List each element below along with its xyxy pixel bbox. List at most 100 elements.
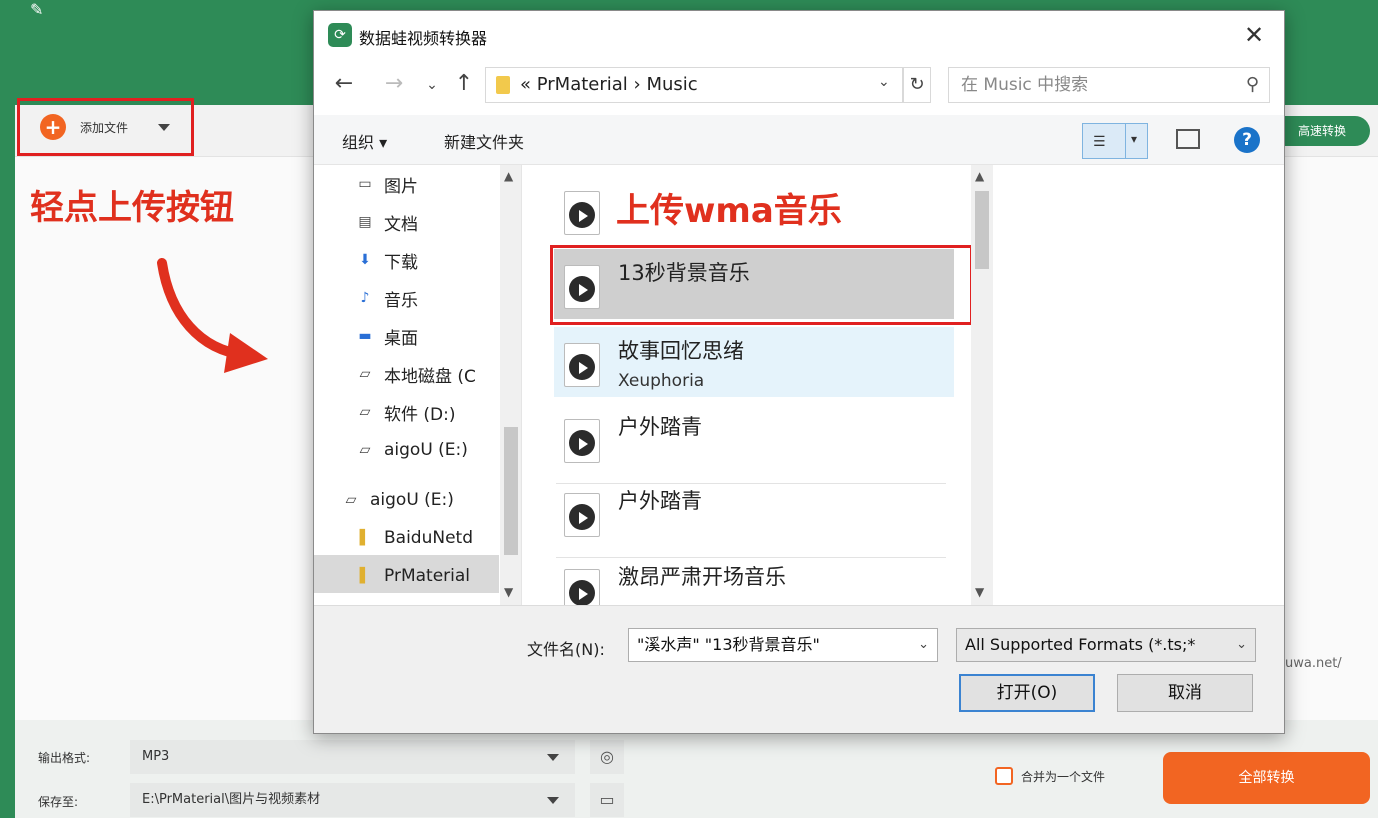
checkbox-icon[interactable] xyxy=(995,767,1013,785)
close-icon[interactable]: ✕ xyxy=(1234,19,1274,51)
view-divider xyxy=(1125,124,1126,158)
chevron-down-icon[interactable]: ⌄ xyxy=(918,629,929,661)
downloads-icon: ⬇ xyxy=(359,252,371,268)
drive-icon: ▱ xyxy=(359,366,371,382)
nav-item-label: 桌面 xyxy=(384,328,418,349)
nav-item-label: aigoU (E:) xyxy=(384,440,468,460)
audio-file-icon xyxy=(564,419,600,463)
open-button[interactable]: 打开(O) xyxy=(959,674,1095,712)
preview-pane-icon[interactable] xyxy=(1176,129,1200,149)
cancel-button[interactable]: 取消 xyxy=(1117,674,1253,712)
search-icon[interactable]: ⚲ xyxy=(1246,68,1259,102)
format-settings-icon[interactable]: ◎ xyxy=(590,740,624,774)
open-folder-icon[interactable]: ▭ xyxy=(590,783,624,817)
drive-icon: ▱ xyxy=(359,442,371,458)
upload-annotation: 上传wma音乐 xyxy=(616,191,842,231)
convert-all-button[interactable]: 全部转换 xyxy=(1163,752,1370,804)
chevron-down-icon[interactable]: ▾ xyxy=(1131,132,1137,146)
list-item[interactable]: 激昂严肃开场音乐 xyxy=(554,553,954,605)
chevron-up-icon[interactable]: ▲ xyxy=(504,169,513,183)
fast-convert-toggle[interactable]: 高速转换 xyxy=(1270,116,1370,146)
organize-menu[interactable]: 组织 ▾ xyxy=(342,129,387,153)
folder-icon: ▌ xyxy=(359,568,371,584)
nav-scrollbar[interactable]: ▲ ▼ xyxy=(500,165,521,605)
output-format-label: 输出格式: xyxy=(38,751,91,765)
nav-item-label: 文档 xyxy=(384,214,418,235)
drive-icon: ▱ xyxy=(359,404,371,420)
music-icon: ♪ xyxy=(360,290,370,306)
new-folder-button[interactable]: 新建文件夹 xyxy=(444,129,524,153)
refresh-icon[interactable]: ↻ xyxy=(903,67,931,103)
filename-input[interactable]: "溪水声" "13秒背景音乐" ⌄ xyxy=(628,628,938,662)
watermark-url: uwa.net/ xyxy=(1285,656,1342,671)
folder-icon: ▌ xyxy=(359,530,371,546)
play-icon xyxy=(579,362,588,374)
nav-item-drive-d[interactable]: ▱ 软件 (D:) xyxy=(354,395,456,429)
output-format-select[interactable]: MP3 xyxy=(130,740,575,774)
help-icon[interactable]: ? xyxy=(1234,127,1260,153)
dialog-titlebar: ⟳ 数据蛙视频转换器 ✕ xyxy=(314,11,1284,59)
app-logo-icon: ✎ xyxy=(30,0,44,19)
nav-item-label: 下载 xyxy=(384,252,418,273)
forward-arrow-icon[interactable]: → xyxy=(380,71,408,96)
nav-item-desktop[interactable]: ▬ 桌面 xyxy=(354,319,418,353)
output-format-value: MP3 xyxy=(142,749,170,764)
scrollbar-thumb[interactable] xyxy=(504,427,518,555)
documents-icon: ▤ xyxy=(358,214,372,230)
nav-item-label: 本地磁盘 (C xyxy=(384,366,476,387)
merge-label: 合并为一个文件 xyxy=(1021,769,1106,784)
file-scrollbar[interactable]: ▲ ▼ xyxy=(971,165,993,605)
command-bar: 组织 ▾ 新建文件夹 ☰ ▾ ? xyxy=(314,115,1284,165)
play-icon xyxy=(579,438,588,450)
search-input[interactable]: 在 Music 中搜索 ⚲ xyxy=(948,67,1270,103)
nav-item-drive-e[interactable]: ▱ aigoU (E:) xyxy=(354,433,468,467)
add-file-label: 添加文件 xyxy=(80,120,129,135)
list-item[interactable]: 户外踏青 xyxy=(554,403,954,473)
up-arrow-icon[interactable]: ↑ xyxy=(450,71,478,96)
folder-icon xyxy=(496,76,510,94)
list-item[interactable]: 故事回忆思绪 Xeuphoria xyxy=(554,327,954,397)
list-item[interactable]: 户外踏青 xyxy=(554,477,954,547)
filename-label: 文件名(N): xyxy=(527,640,605,659)
audio-file-icon xyxy=(564,493,600,537)
view-options-button[interactable]: ☰ ▾ xyxy=(1082,123,1148,159)
file-name: 户外踏青 xyxy=(618,489,702,513)
recent-locations-chevron-icon[interactable]: ⌄ xyxy=(418,77,446,93)
scrollbar-thumb[interactable] xyxy=(975,191,989,269)
desktop-icon: ▬ xyxy=(358,328,372,344)
nav-item-drive-e-tree[interactable]: ▱ aigoU (E:) xyxy=(340,483,454,517)
nav-item-label: aigoU (E:) xyxy=(370,490,454,510)
file-type-value: All Supported Formats (*.ts;* xyxy=(965,635,1196,654)
nav-item-label: 软件 (D:) xyxy=(384,404,456,425)
dialog-title: 数据蛙视频转换器 xyxy=(359,29,488,48)
file-name: 户外踏青 xyxy=(618,415,702,439)
chevron-down-icon[interactable]: ▼ xyxy=(504,585,513,599)
chevron-down-icon[interactable] xyxy=(158,123,171,131)
nav-item-music[interactable]: ♪ 音乐 xyxy=(354,281,418,315)
address-path: « PrMaterial › Music xyxy=(520,74,698,95)
save-to-select[interactable]: E:\PrMaterial\图片与视频素材 xyxy=(130,783,575,817)
details-view-icon[interactable]: ☰ xyxy=(1093,132,1117,152)
chevron-down-icon[interactable]: ▼ xyxy=(975,585,984,599)
chevron-up-icon[interactable]: ▲ xyxy=(975,169,984,183)
chevron-down-icon[interactable]: ⌄ xyxy=(1232,629,1247,661)
nav-item-documents[interactable]: ▤ 文档 xyxy=(354,205,418,239)
chevron-down-icon[interactable]: ⌄ xyxy=(878,74,890,90)
add-file-button[interactable]: + 添加文件 xyxy=(17,98,194,156)
address-bar[interactable]: « PrMaterial › Music ⌄ xyxy=(485,67,903,103)
file-type-select[interactable]: All Supported Formats (*.ts;* ⌄ xyxy=(956,628,1256,662)
back-arrow-icon[interactable]: ← xyxy=(330,71,358,96)
save-to-label: 保存至: xyxy=(38,795,79,809)
save-to-value: E:\PrMaterial\图片与视频素材 xyxy=(142,792,321,807)
nav-item-downloads[interactable]: ⬇ 下载 xyxy=(354,243,418,277)
merge-checkbox[interactable]: 合并为一个文件 xyxy=(995,767,1105,785)
file-name: 激昂严肃开场音乐 xyxy=(618,565,786,589)
nav-item-prmaterial[interactable]: ▌ PrMaterial xyxy=(354,559,470,593)
file-name: 故事回忆思绪 xyxy=(618,339,744,363)
filename-value: "溪水声" "13秒背景音乐" xyxy=(637,635,820,654)
audio-file-icon xyxy=(564,191,600,235)
nav-item-drive-c[interactable]: ▱ 本地磁盘 (C xyxy=(354,357,476,391)
nav-item-pictures[interactable]: ▭ 图片 xyxy=(354,167,418,201)
nav-item-baidunetdisk[interactable]: ▌ BaiduNetd xyxy=(354,521,473,555)
chevron-down-icon xyxy=(547,797,559,804)
